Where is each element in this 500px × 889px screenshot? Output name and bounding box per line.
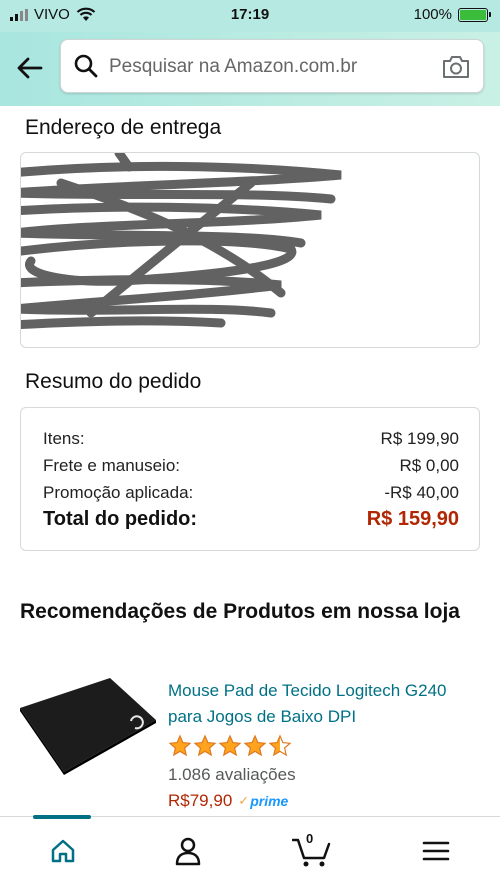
summary-value: -R$ 40,00 [384,483,459,502]
review-count: 1.086 avaliações [168,765,296,784]
redaction-scribble [21,153,342,330]
battery-label: 100% [413,6,452,23]
summary-label: Promoção aplicada: [43,483,194,502]
address-box[interactable] [20,152,480,348]
prime-label: prime [250,793,289,809]
bottom-nav: 0 [0,815,500,889]
user-icon [175,837,201,866]
product-card[interactable]: Mouse Pad de Tecido Logitech G240 para J… [18,676,488,816]
address-title: Endereço de entrega [25,116,222,139]
total-label: Total do pedido: [43,508,198,530]
star-icon [168,734,192,757]
status-bar: VIVO 17:19 100% [0,0,500,32]
cart-count-badge: 0 [306,831,314,846]
back-button[interactable] [14,52,46,84]
search-icon [74,54,98,78]
product-image[interactable] [18,676,158,776]
total-value: R$ 159,90 [366,508,459,530]
nav-home-button[interactable] [43,831,83,871]
summary-box: Itens: R$ 199,90 Frete e manuseio: R$ 0,… [20,407,480,551]
star-icon [193,734,217,757]
camera-icon[interactable] [441,53,471,81]
search-box[interactable] [60,39,484,93]
summary-row-promotion: Promoção aplicada: -R$ 40,00 [43,483,459,503]
battery-icon [458,7,491,22]
summary-value: R$ 0,00 [399,456,459,475]
product-name-link[interactable]: Mouse Pad de Tecido Logitech G240 para J… [168,678,468,730]
status-right: 100% [413,6,491,23]
product-price: R$79,90 [168,791,233,810]
summary-row-total: Total do pedido: R$ 159,90 [43,508,459,531]
menu-icon [422,841,450,861]
search-input[interactable] [109,52,429,82]
nav-menu-button[interactable] [416,831,456,871]
home-icon [51,839,75,863]
price-row: R$79,90 ✓ prime [168,791,288,811]
star-icon [243,734,267,757]
active-tab-indicator [33,815,91,819]
summary-row-shipping: Frete e manuseio: R$ 0,00 [43,456,459,476]
prime-badge: ✓ prime [238,793,288,809]
nav-account-button[interactable] [168,831,208,871]
recommendations-title: Recomendações de Produtos em nossa loja [20,600,460,623]
star-rating [168,734,292,758]
star-icon [268,734,292,757]
header [0,32,500,106]
summary-title: Resumo do pedido [25,370,202,393]
nav-cart-button[interactable]: 0 [292,831,332,871]
back-arrow-icon [17,57,43,79]
summary-label: Itens: [43,429,85,448]
summary-label: Frete e manuseio: [43,456,181,475]
prime-check-icon: ✓ [238,793,250,808]
star-icon [218,734,242,757]
summary-value: R$ 199,90 [380,429,459,448]
summary-row-items: Itens: R$ 199,90 [43,429,459,449]
